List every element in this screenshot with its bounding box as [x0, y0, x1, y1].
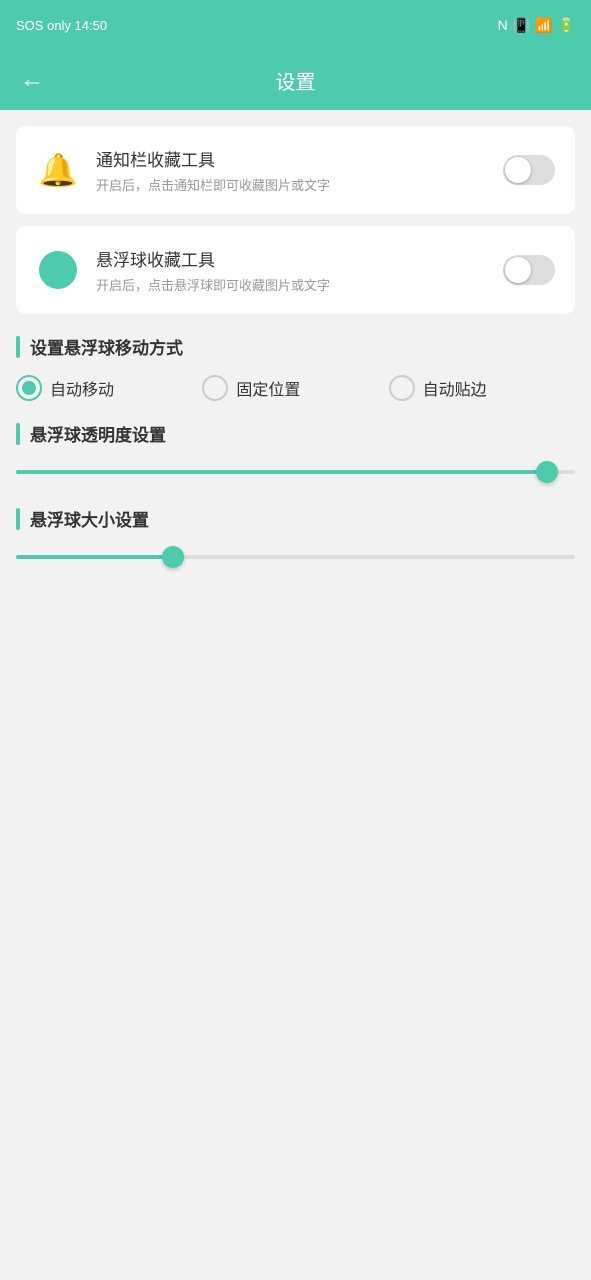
floating-ball-text: 悬浮球收藏工具 开启后，点击悬浮球即可收藏图片或文字 [96, 246, 487, 294]
move-mode-options: 自动移动 固定位置 自动贴边 [16, 375, 575, 401]
status-bar: SOS only 14:50 N 📳 📶 🔋 [0, 0, 591, 50]
radio-circle-fixed[interactable] [202, 375, 228, 401]
nfc-icon: N [498, 17, 508, 33]
notification-tool-card: 🔔 通知栏收藏工具 开启后，点击通知栏即可收藏图片或文字 [16, 126, 575, 214]
transparency-header: 悬浮球透明度设置 [16, 421, 575, 446]
transparency-title: 悬浮球透明度设置 [30, 421, 166, 446]
wifi-icon: 📶 [535, 17, 552, 34]
radio-circle-edge[interactable] [389, 375, 415, 401]
floating-ball-toggle-wrap[interactable] [503, 255, 555, 285]
radio-label-auto-move: 自动移动 [50, 376, 114, 400]
radio-circle-auto-move[interactable] [16, 375, 42, 401]
radio-inner-auto-move [22, 381, 36, 395]
radio-option-fixed[interactable]: 固定位置 [202, 375, 388, 401]
radio-label-edge: 自动贴边 [423, 376, 487, 400]
transparency-slider-wrap [16, 462, 575, 482]
status-text: SOS only 14:50 [16, 18, 107, 33]
content: 🔔 通知栏收藏工具 开启后，点击通知栏即可收藏图片或文字 悬浮球收藏工具 开启后… [0, 110, 591, 607]
move-mode-title: 设置悬浮球移动方式 [30, 334, 183, 359]
floating-ball-desc: 开启后，点击悬浮球即可收藏图片或文字 [96, 275, 487, 294]
status-icons: N 📳 📶 🔋 [498, 17, 575, 34]
notification-tool-title: 通知栏收藏工具 [96, 146, 487, 171]
floating-ball-icon [39, 251, 77, 289]
notification-icon-wrap: 🔔 [36, 148, 80, 192]
battery-icon: 🔋 [558, 17, 575, 34]
vibrate-icon: 📳 [513, 17, 530, 34]
radio-label-fixed: 固定位置 [236, 376, 300, 400]
floating-ball-icon-wrap [36, 248, 80, 292]
move-mode-border [16, 336, 20, 358]
notification-toggle[interactable] [503, 155, 555, 185]
size-title: 悬浮球大小设置 [30, 506, 149, 531]
size-header: 悬浮球大小设置 [16, 506, 575, 531]
floating-ball-title: 悬浮球收藏工具 [96, 246, 487, 271]
size-slider-wrap [16, 547, 575, 567]
notification-tool-desc: 开启后，点击通知栏即可收藏图片或文字 [96, 175, 487, 194]
floating-ball-card: 悬浮球收藏工具 开启后，点击悬浮球即可收藏图片或文字 [16, 226, 575, 314]
transparency-border [16, 423, 20, 445]
status-left: SOS only 14:50 [16, 18, 107, 33]
back-button[interactable]: ← [20, 68, 44, 92]
bell-icon: 🔔 [38, 151, 78, 189]
floating-ball-toggle[interactable] [503, 255, 555, 285]
notification-tool-text: 通知栏收藏工具 开启后，点击通知栏即可收藏图片或文字 [96, 146, 487, 194]
size-border [16, 508, 20, 530]
top-bar: ← 设置 [0, 50, 591, 110]
radio-option-auto-move[interactable]: 自动移动 [16, 375, 202, 401]
page-title: 设置 [276, 66, 316, 95]
notification-toggle-wrap[interactable] [503, 155, 555, 185]
radio-option-edge[interactable]: 自动贴边 [389, 375, 575, 401]
move-mode-header: 设置悬浮球移动方式 [16, 334, 575, 359]
